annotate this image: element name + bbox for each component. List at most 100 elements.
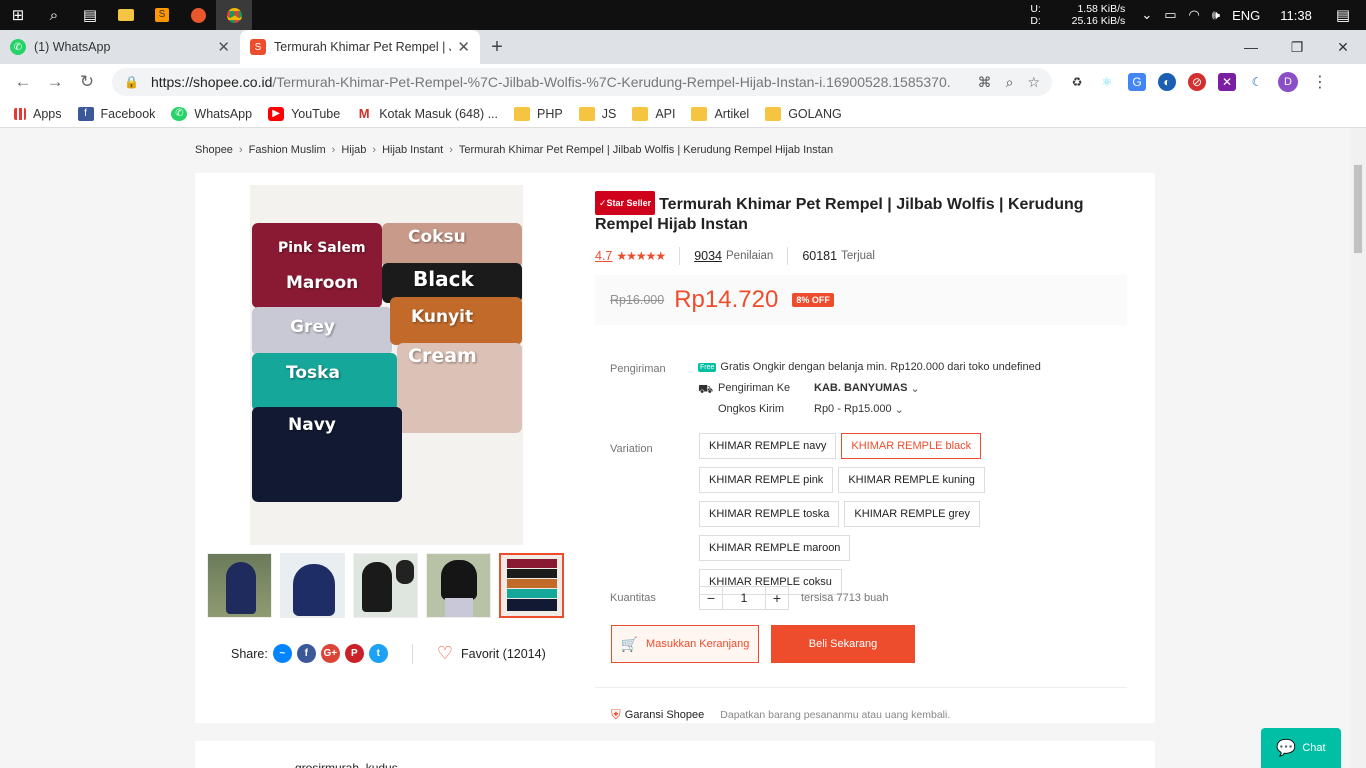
react-devtools-icon[interactable]: ⚛ xyxy=(1098,73,1116,91)
google-plus-icon[interactable]: G+ xyxy=(320,644,340,663)
new-tab-button[interactable]: + xyxy=(480,30,514,64)
close-window-icon[interactable]: ✕ xyxy=(1320,39,1366,56)
bookmark-facebook[interactable]: f Facebook xyxy=(77,106,155,121)
back-icon[interactable]: ← xyxy=(8,67,38,97)
star-seller-badge: ✓Star Seller xyxy=(595,191,656,215)
thumbnail-image-selected[interactable] xyxy=(499,553,564,618)
chat-button[interactable]: 💬 Chat xyxy=(1261,728,1341,768)
chat-icon: 💬 xyxy=(1276,740,1297,757)
bookmark-folder-api[interactable]: API xyxy=(632,106,675,121)
reviews-count[interactable]: 9034 xyxy=(694,249,722,263)
scrollbar-thumb[interactable] xyxy=(1353,164,1363,254)
facebook-icon[interactable]: f xyxy=(296,644,316,663)
minimize-icon[interactable]: — xyxy=(1228,39,1274,55)
favorite-count[interactable]: Favorit (12014) xyxy=(461,647,546,661)
address-bar[interactable]: 🔒 https://shopee.co.id/Termurah-Khimar-P… xyxy=(112,68,1052,96)
chrome-taskbar-icon[interactable] xyxy=(216,0,252,30)
breadcrumb-link[interactable]: Shopee xyxy=(195,144,233,156)
quantity-input[interactable]: 1 xyxy=(723,586,765,610)
extension-x-icon[interactable]: ✕ xyxy=(1218,73,1236,91)
breadcrumb-link[interactable]: Hijab xyxy=(341,144,366,156)
close-icon[interactable]: ✕ xyxy=(457,38,470,56)
variation-option[interactable]: KHIMAR REMPLE pink xyxy=(699,467,834,493)
pinterest-icon[interactable]: P xyxy=(344,644,364,663)
lock-icon[interactable]: 🔒 xyxy=(124,75,139,89)
close-icon[interactable]: ✕ xyxy=(217,38,230,56)
decrement-button[interactable]: − xyxy=(699,586,723,610)
windows-start-icon[interactable]: ⊞ xyxy=(0,0,36,30)
seller-name[interactable]: grosirmurah_kudus xyxy=(295,761,398,768)
reload-icon[interactable]: ↻ xyxy=(72,67,102,97)
add-to-cart-button[interactable]: 🛒 Masukkan Keranjang xyxy=(611,625,759,663)
tab-shopee-product[interactable]: S Termurah Khimar Pet Rempel | Jilbab Wo… xyxy=(240,30,480,64)
profile-avatar[interactable]: D xyxy=(1278,72,1298,92)
tab-whatsapp[interactable]: ✆ (1) WhatsApp ✕ xyxy=(0,30,240,64)
url-path: /Termurah-Khimar-Pet-Rempel-%7C-Jilbab-W… xyxy=(272,74,951,90)
recycle-extension-icon[interactable]: ♻ xyxy=(1068,73,1086,91)
wifi-icon[interactable]: ◠ xyxy=(1189,7,1200,23)
restore-icon[interactable]: ❐ xyxy=(1274,39,1320,56)
extension-moon-icon[interactable]: ☾ xyxy=(1248,73,1266,91)
bookmark-folder-php[interactable]: PHP xyxy=(514,106,563,121)
breadcrumb-link[interactable]: Fashion Muslim xyxy=(249,144,326,156)
bookmark-folder-artikel[interactable]: Artikel xyxy=(691,106,749,121)
rating-score[interactable]: 4.7 xyxy=(595,249,612,263)
bookmark-youtube[interactable]: ▶ YouTube xyxy=(268,106,340,121)
chevron-down-icon[interactable]: ⌄ xyxy=(895,403,904,416)
shipping-cost-value[interactable]: Rp0 - Rp15.000 xyxy=(814,403,892,416)
increment-button[interactable]: + xyxy=(765,586,789,610)
page-scrollbar[interactable] xyxy=(1350,128,1366,768)
bookmark-gmail[interactable]: M Kotak Masuk (648) ... xyxy=(356,106,498,121)
variation-option-selected[interactable]: KHIMAR REMPLE black xyxy=(841,433,982,459)
bookmark-star-icon[interactable]: ☆ xyxy=(1027,74,1040,91)
buy-now-button[interactable]: Beli Sekarang xyxy=(771,625,915,663)
more-menu-icon[interactable]: ⋮ xyxy=(1312,72,1328,92)
task-view-icon[interactable]: ▤ xyxy=(72,0,108,30)
bookmark-apps[interactable]: Apps xyxy=(14,107,62,121)
bookmark-folder-golang[interactable]: GOLANG xyxy=(765,106,842,121)
seller-card: grosirmurah_kudus xyxy=(195,741,1155,768)
bookmark-whatsapp[interactable]: ✆ WhatsApp xyxy=(171,106,252,121)
breadcrumb-link[interactable]: Hijab Instant xyxy=(382,144,443,156)
system-tray: U: 1.58 KiB/s D: 25.16 KiB/s ⌄ ▭ ◠ 🕪 ENG 1… xyxy=(1030,0,1366,30)
battery-icon[interactable]: ▭ xyxy=(1164,7,1176,23)
variation-option[interactable]: KHIMAR REMPLE grey xyxy=(844,501,980,527)
variation-option[interactable]: KHIMAR REMPLE navy xyxy=(699,433,837,459)
search-icon[interactable]: ⌕ xyxy=(36,0,72,30)
thumbnail-image[interactable] xyxy=(426,553,491,618)
thumbnail-image[interactable] xyxy=(280,553,345,618)
forward-icon[interactable]: → xyxy=(40,67,70,97)
free-shipping-text: Gratis Ongkir dengan belanja min. Rp120.… xyxy=(720,361,1041,373)
product-title: ✓Star Seller Termurah Khimar Pet Rempel |… xyxy=(595,191,1125,235)
shipping-destination-value[interactable]: KAB. BANYUMAS xyxy=(814,382,908,398)
shipping-label: Pengiriman xyxy=(610,363,666,375)
chevron-down-icon[interactable]: ⌄ xyxy=(911,382,920,398)
chevron-up-icon[interactable]: ⌄ xyxy=(1141,7,1152,23)
heart-icon[interactable]: ♡ xyxy=(437,643,453,664)
zoom-icon[interactable]: ⌕ xyxy=(1006,74,1014,91)
thumbnail-image[interactable] xyxy=(207,553,272,618)
file-explorer-icon[interactable] xyxy=(108,0,144,30)
chevron-right-icon: › xyxy=(331,144,336,156)
product-main-image[interactable]: Pink Salem Coksu Maroon Black Grey Kunyi… xyxy=(250,185,523,545)
bookmark-folder-js[interactable]: JS xyxy=(578,106,616,121)
translate-icon[interactable]: ⌘ xyxy=(978,74,992,91)
google-translate-icon[interactable]: G xyxy=(1128,73,1146,91)
thumbnail-image[interactable] xyxy=(353,553,418,618)
variation-option[interactable]: KHIMAR REMPLE kuning xyxy=(838,467,985,493)
extension-globe-icon[interactable]: ◐ xyxy=(1158,73,1176,91)
variation-option[interactable]: KHIMAR REMPLE maroon xyxy=(699,535,851,561)
original-price: Rp16.000 xyxy=(610,293,665,307)
language-indicator[interactable]: ENG xyxy=(1232,8,1260,23)
extension-block-icon[interactable]: ⊘ xyxy=(1188,73,1206,91)
app-clock-icon[interactable] xyxy=(180,0,216,30)
clock[interactable]: 11:38 xyxy=(1280,8,1312,23)
variation-option[interactable]: KHIMAR REMPLE toska xyxy=(699,501,840,527)
notifications-icon[interactable]: ▤ xyxy=(1336,6,1350,24)
volume-icon[interactable]: 🕪 xyxy=(1212,7,1220,23)
apps-icon xyxy=(14,107,26,120)
twitter-icon[interactable]: t xyxy=(368,644,388,663)
sublime-text-icon[interactable]: S xyxy=(144,0,180,30)
messenger-icon[interactable]: ~ xyxy=(272,644,292,663)
chevron-right-icon: › xyxy=(238,144,243,156)
